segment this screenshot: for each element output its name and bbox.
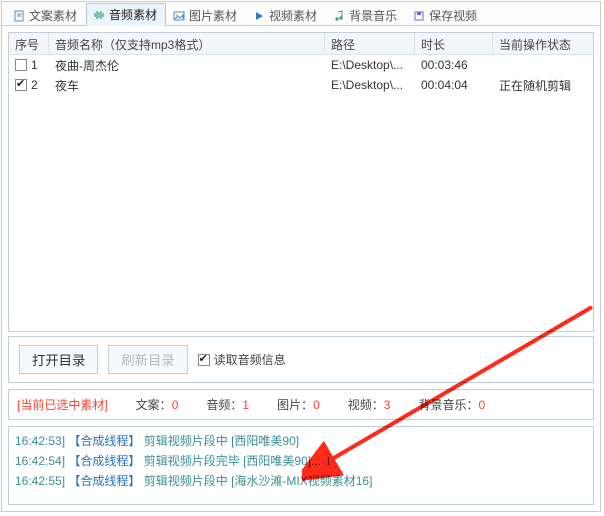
log-panel[interactable]: 16:42:53] 【合成线程】 剪辑视频片段中 [西阳唯美90] 16:42:… xyxy=(8,426,594,505)
tab-text-material[interactable]: 文案素材 xyxy=(6,4,86,26)
row-checkbox[interactable] xyxy=(15,79,27,91)
option-label: 读取音频信息 xyxy=(214,351,286,368)
open-dir-button[interactable]: 打开目录 xyxy=(19,345,98,374)
col-index[interactable]: 序号 xyxy=(9,33,49,54)
play-icon xyxy=(253,10,265,22)
status-title: [当前已选中素材] xyxy=(17,396,108,413)
read-audio-info-option[interactable]: 读取音频信息 xyxy=(198,351,286,368)
log-line: 16:42:54] 【合成线程】 剪辑视频片段完毕 [西阳唯美90]... I xyxy=(15,451,587,471)
row-path: E:\Desktop\... xyxy=(325,56,415,74)
col-duration[interactable]: 时长 xyxy=(415,33,493,54)
col-path[interactable]: 路径 xyxy=(325,33,415,54)
status-image-count: 图片：0 xyxy=(277,396,320,413)
col-status[interactable]: 当前操作状态 xyxy=(493,33,593,54)
row-index: 1 xyxy=(31,58,38,72)
audio-wave-icon xyxy=(93,9,105,21)
row-duration: 00:03:46 xyxy=(415,56,493,74)
col-name[interactable]: 音频名称（仅支持mp3格式） xyxy=(49,33,325,54)
tab-image-material[interactable]: 图片素材 xyxy=(166,4,246,26)
row-path: E:\Desktop\... xyxy=(325,76,415,94)
tab-label: 图片素材 xyxy=(189,7,237,24)
refresh-dir-button[interactable]: 刷新目录 xyxy=(108,345,187,374)
selected-material-status: [当前已选中素材] 文案：0 音频：1 图片：0 视频：3 背景音乐：0 xyxy=(8,389,594,420)
image-icon xyxy=(173,10,185,22)
audio-list-table: 序号 音频名称（仅支持mp3格式） 路径 时长 当前操作状态 1 夜曲-周杰伦 … xyxy=(8,32,594,332)
table-row[interactable]: 1 夜曲-周杰伦 E:\Desktop\... 00:03:46 xyxy=(9,55,593,75)
audio-toolbar: 打开目录 刷新目录 读取音频信息 xyxy=(8,336,594,383)
tab-label: 背景音乐 xyxy=(349,7,397,24)
status-text-count: 文案：0 xyxy=(136,396,179,413)
row-checkbox[interactable] xyxy=(15,59,27,71)
material-tabs: 文案素材 音频素材 图片素材 视频素材 背景音乐 xyxy=(2,2,600,26)
tab-label: 视频素材 xyxy=(269,7,317,24)
row-name: 夜车 xyxy=(49,75,325,96)
row-duration: 00:04:04 xyxy=(415,76,493,94)
log-line: 16:42:55] 【合成线程】 剪辑视频片段中 [海水沙滩-MIX视频素材16… xyxy=(15,471,587,491)
row-name: 夜曲-周杰伦 xyxy=(49,55,325,76)
tab-video-material[interactable]: 视频素材 xyxy=(246,4,326,26)
table-header: 序号 音频名称（仅支持mp3格式） 路径 时长 当前操作状态 xyxy=(9,33,593,55)
tab-label: 文案素材 xyxy=(29,7,77,24)
row-status xyxy=(493,63,593,67)
status-video-count: 视频：3 xyxy=(348,396,391,413)
status-audio-count: 音频：1 xyxy=(206,396,249,413)
checkbox-icon xyxy=(198,354,210,366)
save-disk-icon xyxy=(413,10,425,22)
tab-audio-material[interactable]: 音频素材 xyxy=(86,3,166,26)
tab-save-video[interactable]: 保存视频 xyxy=(406,4,486,26)
text-cursor-icon: I xyxy=(324,451,332,471)
log-line: 16:42:53] 【合成线程】 剪辑视频片段中 [西阳唯美90] xyxy=(15,431,587,451)
tab-bgm[interactable]: 背景音乐 xyxy=(326,4,406,26)
status-bgm-count: 背景音乐：0 xyxy=(418,396,485,413)
row-status: 正在随机剪辑 xyxy=(493,75,593,96)
table-body: 1 夜曲-周杰伦 E:\Desktop\... 00:03:46 2 夜车 E:… xyxy=(9,55,593,331)
table-row[interactable]: 2 夜车 E:\Desktop\... 00:04:04 正在随机剪辑 xyxy=(9,75,593,95)
tab-label: 音频素材 xyxy=(109,6,157,23)
doc-icon xyxy=(13,10,25,22)
music-note-icon xyxy=(333,10,345,22)
row-index: 2 xyxy=(31,78,38,92)
tab-label: 保存视频 xyxy=(429,7,477,24)
